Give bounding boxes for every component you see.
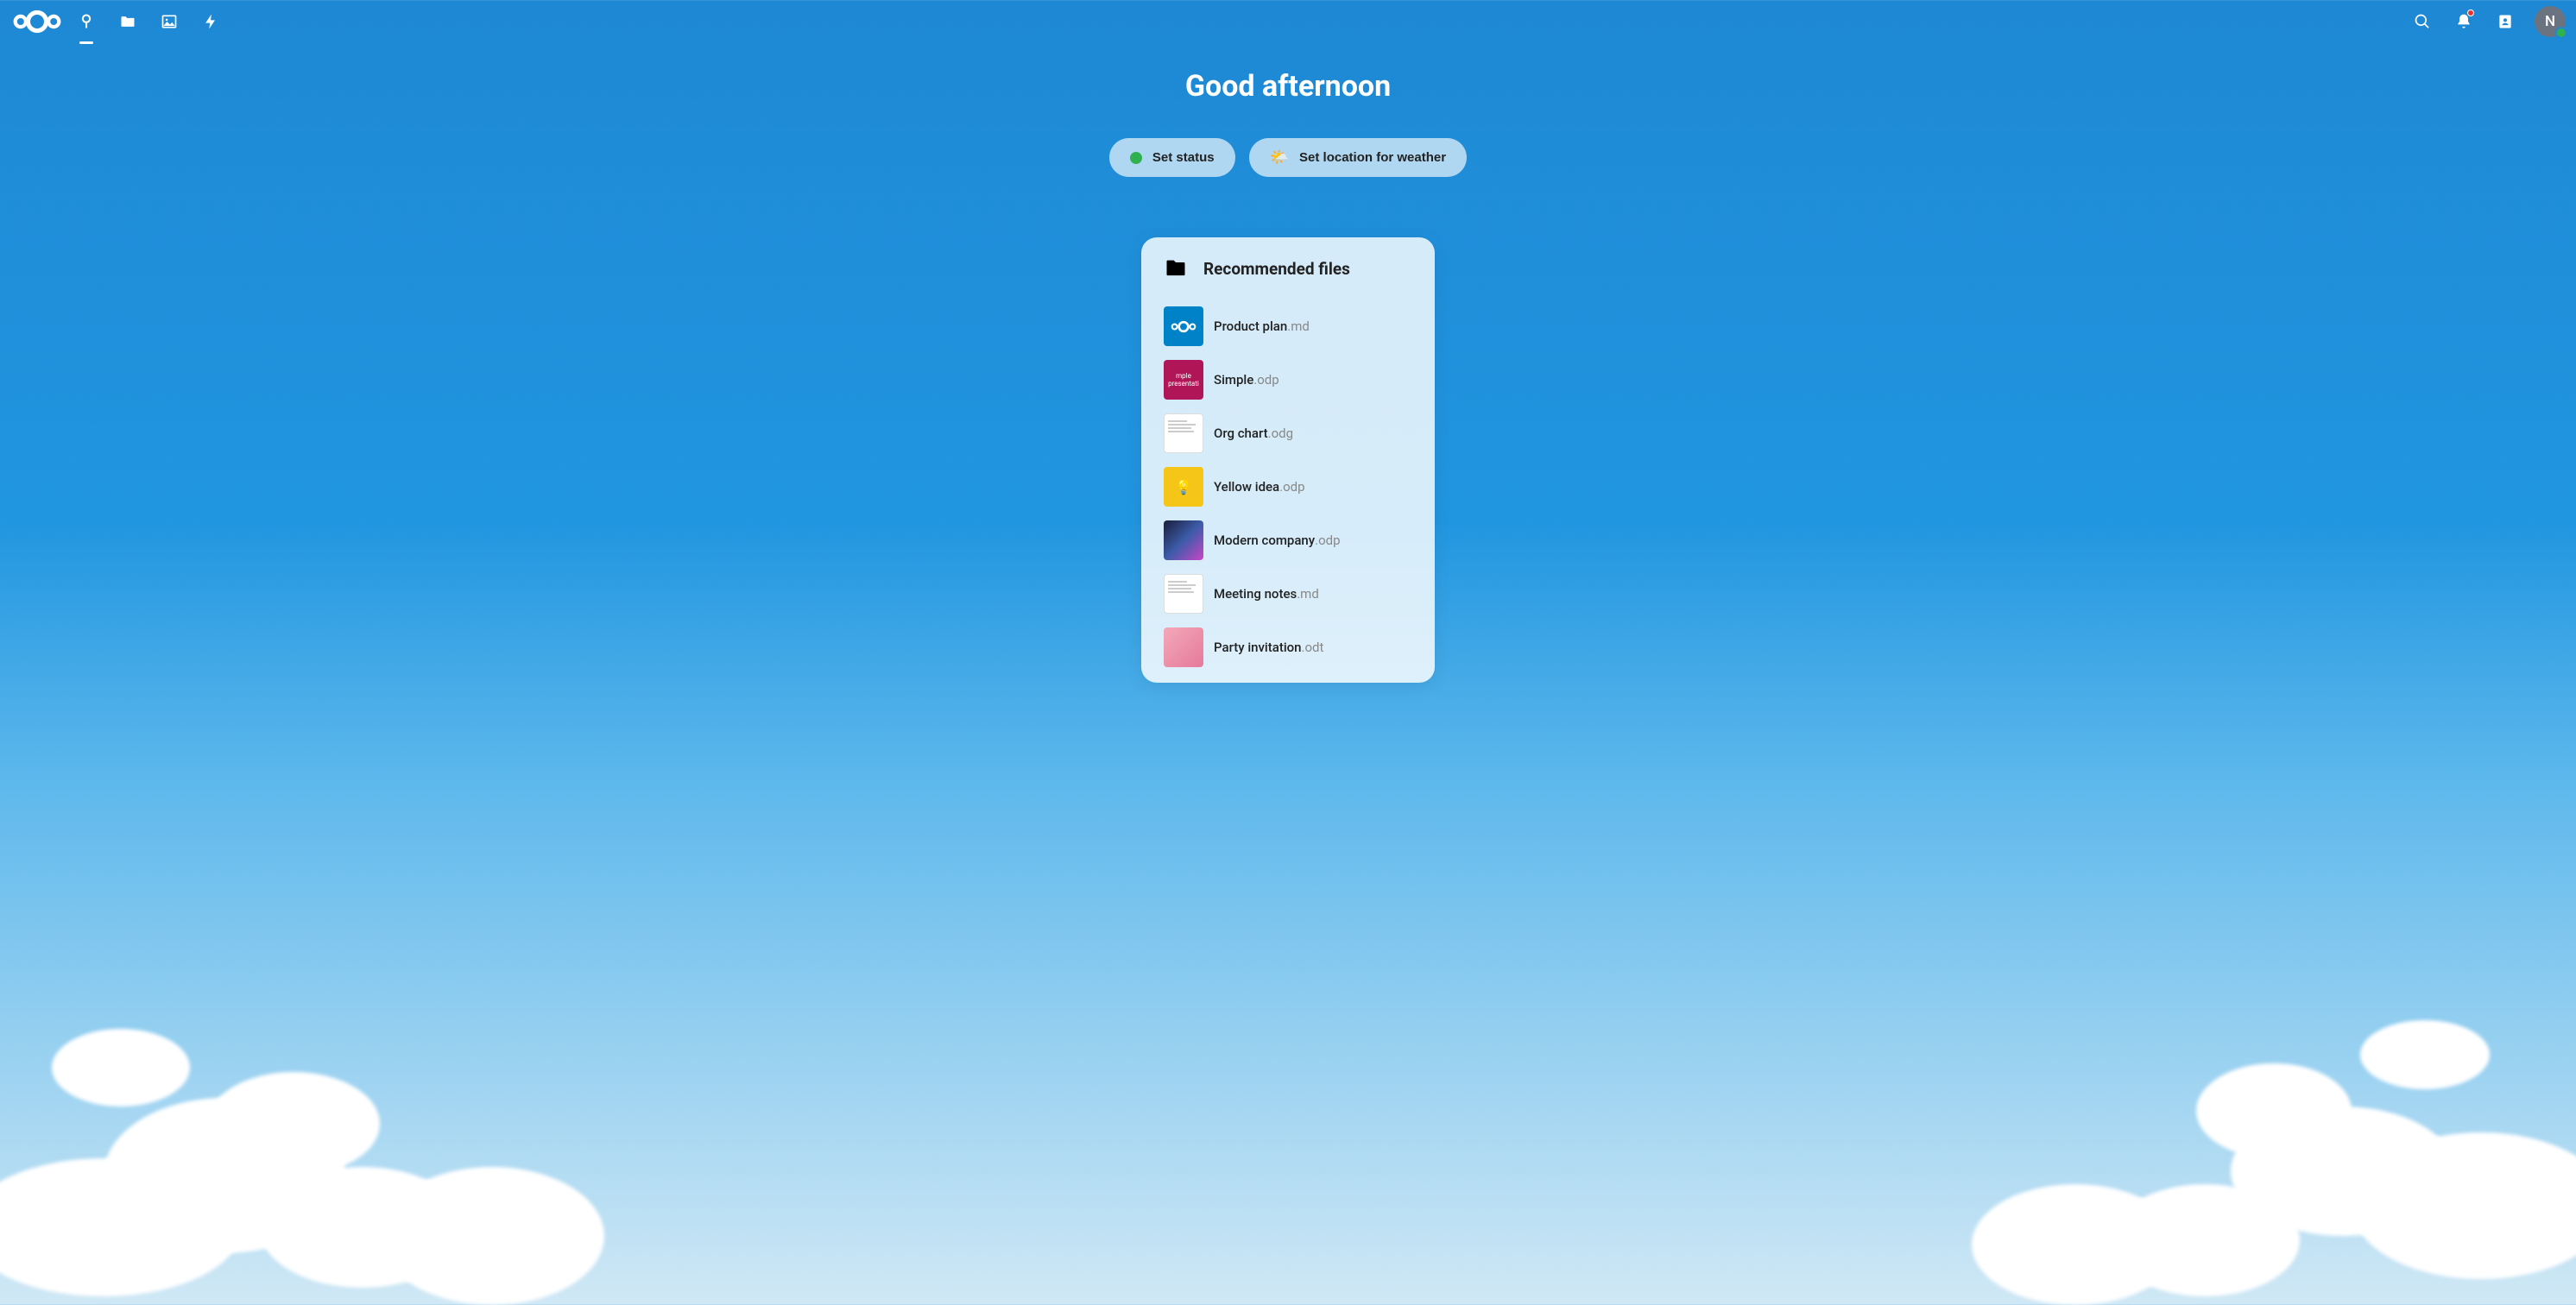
notification-badge: [2467, 9, 2474, 16]
file-name-label: Meeting notes.md: [1214, 586, 1319, 602]
file-thumbnail: [1164, 306, 1203, 346]
file-extension-label: .md: [1287, 318, 1310, 334]
file-item[interactable]: Modern company.odp: [1164, 514, 1412, 567]
top-header: N: [0, 0, 2576, 43]
dashboard-icon[interactable]: [67, 3, 105, 41]
file-extension-label: .odp: [1315, 533, 1340, 548]
set-location-button[interactable]: 🌤️ Set location for weather: [1249, 138, 1467, 177]
file-thumbnail: mple presentati: [1164, 360, 1203, 400]
header-left: [10, 3, 230, 41]
avatar-status-online: [2555, 27, 2567, 39]
file-extension-label: .odp: [1279, 479, 1304, 495]
file-item[interactable]: Org chart.odg: [1164, 407, 1412, 460]
notifications-icon[interactable]: [2445, 3, 2483, 41]
action-buttons: Set status 🌤️ Set location for weather: [1109, 138, 1467, 177]
file-name-label: Modern company.odp: [1214, 533, 1341, 548]
file-thumbnail: [1164, 413, 1203, 453]
file-thumbnail: 💡: [1164, 467, 1203, 507]
file-extension-label: .md: [1297, 586, 1319, 602]
nextcloud-logo[interactable]: [10, 3, 64, 41]
folder-icon: [1164, 256, 1188, 281]
file-name-label: Party invitation.odt: [1214, 640, 1323, 655]
avatar-initial: N: [2545, 13, 2555, 30]
card-title: Recommended files: [1203, 259, 1350, 279]
file-extension-label: .odp: [1253, 372, 1279, 388]
weather-icon: 🌤️: [1270, 148, 1289, 167]
file-extension-label: .odt: [1302, 640, 1324, 655]
set-location-label: Set location for weather: [1299, 150, 1446, 165]
greeting-title: Good afternoon: [1185, 69, 1391, 104]
file-item[interactable]: Product plan.md: [1164, 299, 1412, 353]
user-avatar[interactable]: N: [2535, 6, 2566, 37]
file-item[interactable]: mple presentati Simple.odp: [1164, 353, 1412, 407]
file-thumbnail: [1164, 520, 1203, 560]
status-online-icon: [1130, 152, 1142, 164]
file-thumbnail: [1164, 574, 1203, 614]
dashboard-main: Good afternoon Set status 🌤️ Set locatio…: [0, 43, 2576, 683]
file-name-label: Yellow idea.odp: [1214, 479, 1305, 495]
file-name-label: Org chart.odg: [1214, 426, 1293, 441]
file-item[interactable]: Meeting notes.md: [1164, 567, 1412, 621]
set-status-button[interactable]: Set status: [1109, 138, 1235, 177]
file-name-label: Product plan.md: [1214, 318, 1310, 334]
file-name-label: Simple.odp: [1214, 372, 1279, 388]
contacts-icon[interactable]: [2486, 3, 2524, 41]
card-header: Recommended files: [1164, 256, 1412, 281]
header-right: N: [2403, 3, 2566, 41]
file-item[interactable]: Party invitation.odt: [1164, 621, 1412, 674]
set-status-label: Set status: [1152, 150, 1215, 165]
files-icon[interactable]: [109, 3, 147, 41]
search-icon[interactable]: [2403, 3, 2441, 41]
file-list: Product plan.md mple presentati Simple.odp…: [1164, 299, 1412, 674]
photos-icon[interactable]: [150, 3, 188, 41]
file-thumbnail: [1164, 627, 1203, 667]
background-clouds: [0, 587, 2576, 1305]
file-extension-label: .odg: [1268, 426, 1293, 441]
activity-icon[interactable]: [192, 3, 230, 41]
file-item[interactable]: 💡 Yellow idea.odp: [1164, 460, 1412, 514]
recommended-files-card: Recommended files Product plan.md mple pr…: [1141, 237, 1435, 683]
